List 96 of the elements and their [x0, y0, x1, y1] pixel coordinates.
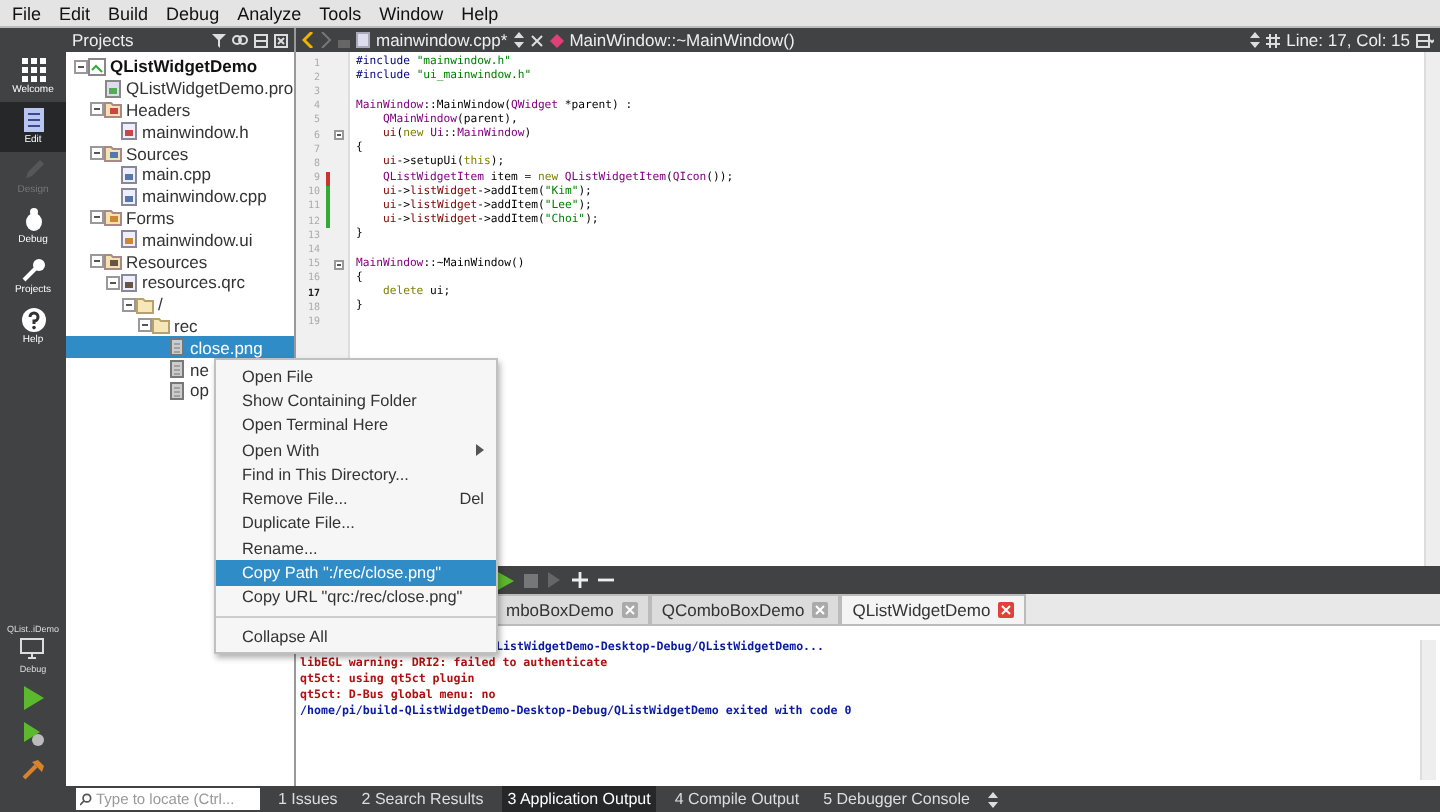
folder-icon: [104, 252, 122, 271]
file-icon: [120, 273, 138, 292]
dropdown-icon[interactable]: [513, 32, 524, 48]
tree-item[interactable]: QListWidgetDemo.pro: [66, 77, 294, 100]
menu-item[interactable]: Open Terminal Here: [216, 413, 496, 438]
hash-icon: [1266, 33, 1281, 47]
menu-item[interactable]: Open File: [216, 364, 496, 389]
menu-item[interactable]: Rename...: [216, 536, 496, 561]
link-icon[interactable]: [232, 34, 248, 46]
debug-run-icon[interactable]: [22, 722, 44, 746]
menu-item[interactable]: Duplicate File...: [216, 511, 496, 537]
split-icon[interactable]: [254, 33, 268, 47]
output-tab[interactable]: QComboBoxDemo: [649, 594, 841, 624]
search-icon: [80, 792, 92, 806]
menu-item[interactable]: Window: [379, 3, 444, 23]
tree-item[interactable]: mainwindow.h: [66, 120, 294, 143]
file-name[interactable]: mainwindow.cpp*: [376, 30, 508, 50]
bug-icon: [21, 208, 45, 232]
output-pane-button[interactable]: 5 Debugger Console: [817, 786, 976, 812]
wrench-icon: [21, 258, 45, 282]
menu-item[interactable]: Show Containing Folder: [216, 388, 496, 414]
folder-icon: [104, 144, 122, 163]
symbol-name[interactable]: MainWindow::~MainWindow(): [569, 30, 1245, 50]
collapse-icon[interactable]: [89, 102, 103, 117]
submenu-arrow-icon: [476, 444, 484, 457]
output-pane-button[interactable]: 1 Issues: [272, 786, 344, 812]
file-icon: [120, 230, 138, 249]
menu-item[interactable]: Copy Path ":/rec/close.png": [216, 560, 496, 586]
function-icon: [549, 33, 564, 47]
tree-item[interactable]: QListWidgetDemo: [66, 56, 294, 78]
collapse-icon[interactable]: [105, 275, 119, 290]
scrollbar[interactable]: [1420, 640, 1436, 780]
cursor-position[interactable]: Line: 17, Col: 15: [1286, 30, 1410, 50]
dropdown-icon[interactable]: [1250, 32, 1261, 48]
tree-item[interactable]: Headers: [66, 99, 294, 121]
menu-item[interactable]: Build: [108, 3, 149, 23]
menu-item[interactable]: File: [12, 3, 42, 23]
close-icon[interactable]: [274, 33, 288, 47]
collapse-icon[interactable]: [89, 254, 103, 269]
image-file-icon: [168, 338, 186, 357]
fold-icon[interactable]: [333, 259, 343, 270]
run-icon[interactable]: [22, 686, 44, 710]
help-icon: [21, 308, 45, 332]
tree-item[interactable]: rec: [66, 315, 294, 337]
menu-item[interactable]: Copy URL "qrc:/rec/close.png": [216, 585, 496, 610]
image-file-icon: [168, 381, 186, 400]
tree-item[interactable]: main.cpp: [66, 163, 294, 186]
collapse-icon[interactable]: [137, 318, 151, 333]
file-icon: [120, 165, 138, 184]
image-file-icon: [168, 360, 186, 379]
menu-item[interactable]: Collapse All: [216, 623, 496, 649]
collapse-icon[interactable]: [73, 59, 87, 74]
close-icon[interactable]: [529, 33, 544, 47]
scrollbar[interactable]: [1424, 52, 1440, 566]
output-tab[interactable]: QListWidgetDemo: [840, 594, 1027, 624]
collapse-icon[interactable]: [89, 210, 103, 225]
collapse-icon[interactable]: [89, 146, 103, 161]
menu-item[interactable]: Find in This Directory...: [216, 462, 496, 487]
menu-item[interactable]: Remove File... Del: [216, 486, 496, 512]
back-icon[interactable]: [302, 32, 314, 48]
file-icon: [120, 187, 138, 206]
plus-icon[interactable]: [572, 572, 588, 588]
tree-item[interactable]: mainwindow.ui: [66, 228, 294, 251]
folder-icon: [104, 208, 122, 227]
output-pane-button[interactable]: 4 Compile Output: [668, 786, 806, 812]
filter-icon[interactable]: [212, 33, 226, 47]
collapse-icon[interactable]: [121, 297, 135, 312]
split-icon[interactable]: [1416, 33, 1434, 47]
grid-icon: [21, 58, 45, 82]
tree-item[interactable]: Resources: [66, 250, 294, 272]
document-icon: [21, 108, 45, 132]
menu-item[interactable]: Open With: [216, 437, 496, 463]
menu-item[interactable]: Help: [461, 3, 499, 23]
file-icon: [104, 79, 122, 98]
file-icon: [356, 32, 370, 48]
tree-item[interactable]: close.png: [66, 336, 294, 359]
folder-icon: [104, 100, 122, 119]
project-icon: [88, 57, 106, 76]
tree-item[interactable]: mainwindow.cpp: [66, 185, 294, 208]
menu-item[interactable]: Analyze: [237, 3, 302, 23]
file-icon: [120, 122, 138, 141]
output-tab[interactable]: mboBoxDemo: [494, 594, 650, 624]
tree-item[interactable]: Sources: [66, 142, 294, 164]
shortcut-label: Del: [459, 490, 484, 509]
tree-item[interactable]: /: [66, 293, 294, 316]
menu-item[interactable]: Debug: [166, 3, 220, 23]
output-pane-button[interactable]: 3 Application Output: [501, 786, 657, 812]
tree-item[interactable]: resources.qrc: [66, 271, 294, 294]
menu-item[interactable]: Tools: [319, 3, 362, 23]
dropdown-icon[interactable]: [987, 791, 998, 807]
tree-item[interactable]: Forms: [66, 207, 294, 229]
output-pane-button[interactable]: 2 Search Results: [355, 786, 490, 812]
monitor-icon[interactable]: [20, 638, 46, 660]
hammer-icon[interactable]: [22, 758, 44, 780]
menu-item[interactable]: Edit: [59, 3, 91, 23]
fold-icon[interactable]: [333, 130, 343, 141]
